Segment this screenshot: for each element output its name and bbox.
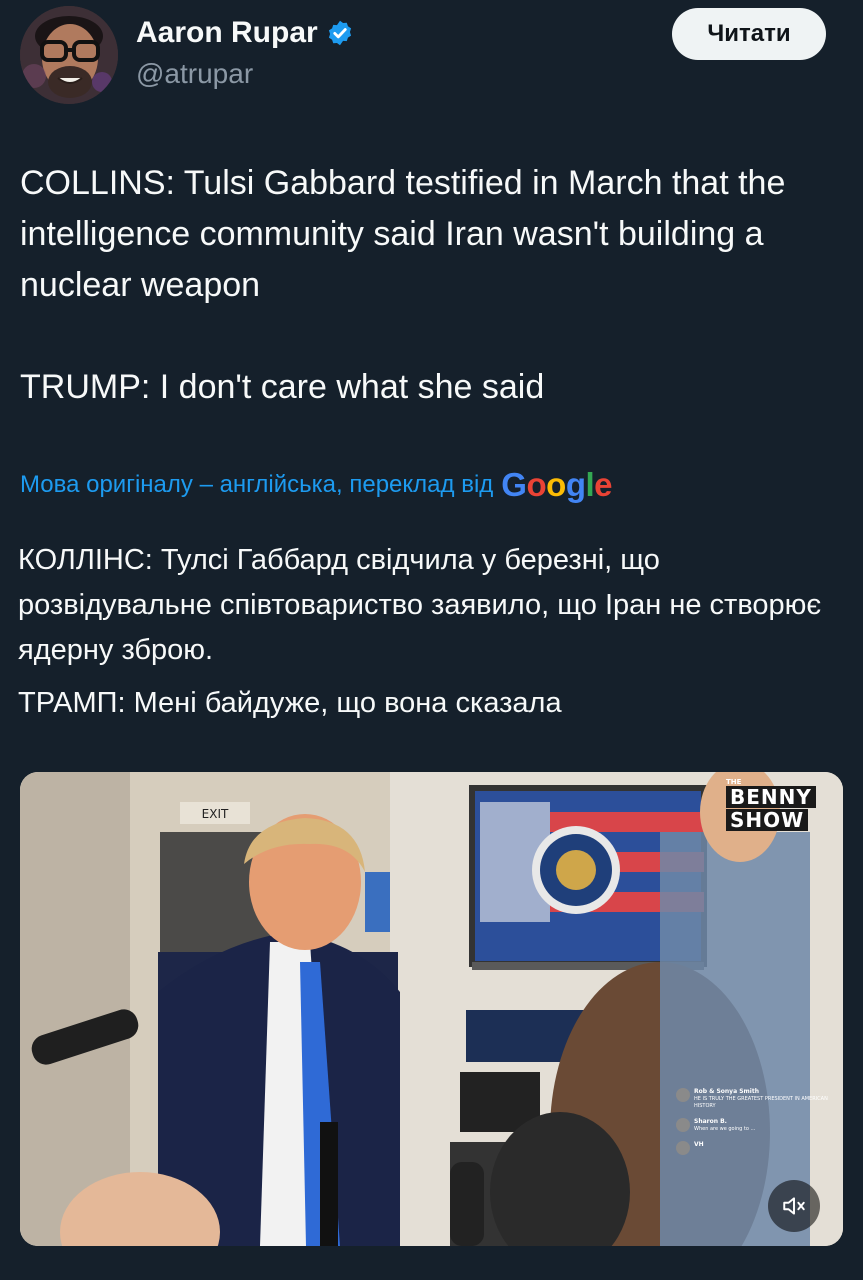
tweet-paragraph: COLLINS: Tulsi Gabbard testified in Marc…	[20, 164, 786, 304]
chat-name: VH	[694, 1141, 704, 1148]
chat-message: Sharon B. When are we going to ...	[676, 1118, 836, 1133]
follow-button[interactable]: Читати	[672, 8, 826, 60]
google-logo-letter: g	[565, 466, 586, 503]
translated-paragraph: ТРАМП: Мені байдуже, що вона сказала	[18, 687, 562, 719]
google-logo-letter: o	[546, 466, 566, 503]
google-logo-letter: G	[501, 466, 527, 503]
google-logo: Google	[501, 466, 612, 504]
google-logo-letter: o	[526, 466, 547, 503]
tweet-text: COLLINS: Tulsi Gabbard testified in Marc…	[20, 158, 840, 413]
author-handle[interactable]: @atrupar	[136, 58, 253, 90]
mute-toggle-button[interactable]	[768, 1180, 820, 1232]
benny-show-watermark: THE BENNY SHOW	[726, 778, 832, 836]
translation-note[interactable]: Мова оригіналу – англійська, переклад ві…	[20, 466, 613, 504]
translated-text: КОЛЛІНС: Тулсі Габбард свідчила у березн…	[18, 538, 848, 734]
chat-avatar	[676, 1118, 690, 1132]
chat-text: HE IS TRULY THE GREATEST PRESIDENT IN AM…	[694, 1096, 828, 1109]
translation-note-text[interactable]: Мова оригіналу – англійська, переклад ві…	[20, 471, 493, 499]
chat-avatar	[676, 1088, 690, 1102]
verified-badge-icon	[328, 20, 351, 46]
chat-message: Rob & Sonya Smith HE IS TRULY THE GREATE…	[676, 1088, 836, 1110]
speaker-muted-icon	[783, 1197, 805, 1215]
watermark-line-2: SHOW	[726, 809, 809, 831]
watermark-line-1: BENNY	[726, 786, 816, 808]
exit-sign-text: EXIT	[202, 807, 229, 821]
author-name[interactable]: Aaron Rupar	[136, 16, 318, 50]
video-frame: EXIT	[20, 772, 843, 1246]
tweet-paragraph: TRUMP: I don't care what she said	[20, 368, 545, 406]
chat-text: When are we going to ...	[694, 1126, 756, 1132]
livestream-chat-overlay: Rob & Sonya Smith HE IS TRULY THE GREATE…	[676, 1088, 836, 1163]
google-logo-letter: l	[585, 466, 595, 503]
chat-name: Sharon B.	[694, 1118, 727, 1125]
author-avatar[interactable]	[20, 6, 118, 104]
chat-message: VH	[676, 1141, 836, 1155]
translated-paragraph: КОЛЛІНС: Тулсі Габбард свідчила у березн…	[18, 544, 822, 666]
chat-avatar	[676, 1141, 690, 1155]
tweet-page: Aaron Rupar @atrupar Читати COLLINS: Tul…	[0, 0, 863, 1280]
video-player[interactable]: EXIT THE BENNY SHOW Rob & Sonya Smith HE…	[20, 772, 843, 1246]
avatar-image	[20, 6, 118, 104]
chat-name: Rob & Sonya Smith	[694, 1088, 759, 1095]
author-name-row[interactable]: Aaron Rupar	[136, 16, 354, 50]
google-logo-letter: e	[594, 466, 613, 503]
